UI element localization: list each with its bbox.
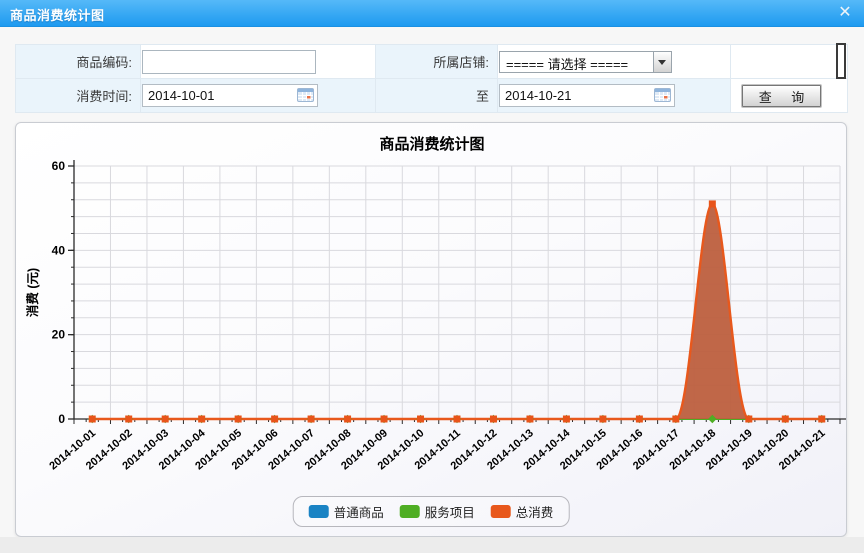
marker-square bbox=[526, 416, 533, 423]
marker-square bbox=[271, 416, 278, 423]
product-code-label: 商品编码: bbox=[16, 45, 141, 79]
legend-label: 服务项目 bbox=[425, 502, 475, 521]
marker-square bbox=[563, 416, 570, 423]
marker-square bbox=[709, 200, 716, 207]
marker-square bbox=[308, 416, 315, 423]
marker-square bbox=[636, 416, 643, 423]
date-from-input[interactable] bbox=[142, 84, 318, 107]
date-to-input[interactable] bbox=[499, 84, 675, 107]
legend-item: 普通商品 bbox=[309, 502, 384, 521]
y-tick-label: 0 bbox=[58, 412, 65, 426]
chart-panel: 02040602014-10-012014-10-022014-10-03201… bbox=[15, 122, 847, 537]
y-tick-label: 60 bbox=[52, 159, 66, 173]
to-label: 至 bbox=[376, 79, 498, 113]
chevron-down-icon bbox=[658, 60, 666, 65]
legend-label: 普通商品 bbox=[334, 502, 384, 521]
calendar-icon[interactable] bbox=[654, 88, 671, 102]
legend-label: 总消费 bbox=[516, 502, 554, 521]
marker-square bbox=[417, 416, 424, 423]
y-tick-label: 20 bbox=[52, 328, 66, 342]
empty-cell bbox=[731, 45, 848, 79]
store-label: 所属店铺: bbox=[376, 45, 498, 79]
time-label: 消费时间: bbox=[16, 79, 141, 113]
y-axis-title: 消费 (元) bbox=[25, 268, 40, 317]
marker-square bbox=[89, 416, 96, 423]
product-code-input[interactable] bbox=[142, 50, 316, 74]
close-icon[interactable]: ✕ bbox=[835, 3, 855, 23]
vertical-scrollbar-thumb[interactable] bbox=[836, 43, 846, 79]
marker-square bbox=[125, 416, 132, 423]
consumption-chart-svg: 02040602014-10-012014-10-022014-10-03201… bbox=[16, 123, 848, 538]
chart-legend: 普通商品 服务项目 总消费 bbox=[293, 496, 570, 527]
marker-square bbox=[490, 416, 497, 423]
legend-swatch bbox=[400, 505, 420, 518]
y-tick-label: 40 bbox=[52, 243, 66, 257]
search-button[interactable]: 查 询 bbox=[742, 85, 821, 107]
marker-square bbox=[782, 416, 789, 423]
calendar-icon[interactable] bbox=[297, 88, 314, 102]
legend-item: 总消费 bbox=[491, 502, 554, 521]
store-select-value: ===== 请选择 ===== bbox=[506, 54, 628, 73]
marker-square bbox=[454, 416, 461, 423]
dialog-titlebar: 商品消费统计图 ✕ bbox=[0, 0, 864, 27]
marker-square bbox=[198, 416, 205, 423]
form-row-1: 商品编码: 所属店铺: ===== 请选择 ===== bbox=[16, 45, 848, 79]
marker-square bbox=[599, 416, 606, 423]
dialog-title: 商品消费统计图 bbox=[10, 5, 105, 24]
marker-square bbox=[818, 416, 825, 423]
marker-square bbox=[381, 416, 388, 423]
form-row-2: 消费时间: 至 bbox=[16, 79, 848, 113]
chart-title: 商品消费统计图 bbox=[379, 135, 484, 153]
marker-square bbox=[235, 416, 242, 423]
legend-swatch bbox=[491, 505, 511, 518]
legend-item: 服务项目 bbox=[400, 502, 475, 521]
marker-square bbox=[344, 416, 351, 423]
legend-swatch bbox=[309, 505, 329, 518]
marker-square bbox=[672, 416, 679, 423]
marker-square bbox=[745, 416, 752, 423]
marker-square bbox=[162, 416, 169, 423]
search-form: 商品编码: 所属店铺: ===== 请选择 ===== 消费时间: bbox=[15, 44, 848, 113]
series-area-总消费 bbox=[92, 204, 822, 419]
store-select[interactable]: ===== 请选择 ===== bbox=[499, 51, 672, 73]
store-select-button[interactable] bbox=[653, 52, 671, 72]
dialog-bottom-margin bbox=[0, 537, 864, 553]
